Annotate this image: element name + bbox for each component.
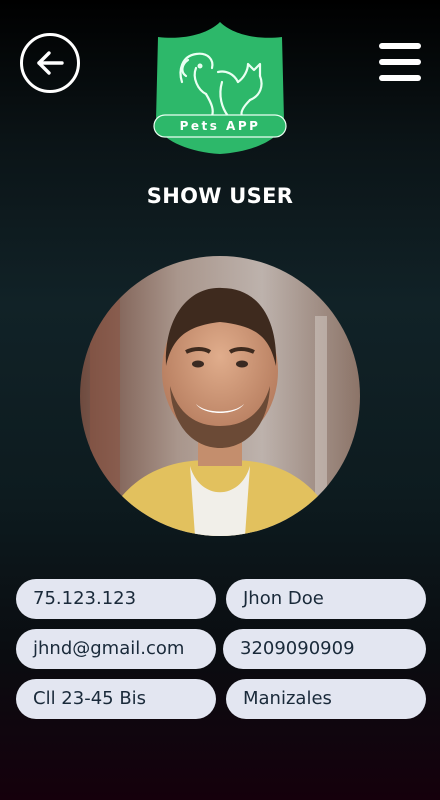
user-name-field[interactable]: Jhon Doe — [226, 579, 426, 619]
arrow-left-icon — [37, 51, 64, 75]
user-id-field[interactable]: 75.123.123 — [16, 579, 216, 619]
hamburger-menu-icon-bar-top — [379, 43, 421, 49]
logo-text: Pets APP — [179, 119, 261, 133]
hamburger-menu-icon-bar-middle — [379, 59, 421, 65]
user-phone-field[interactable]: 3209090909 — [223, 629, 426, 669]
menu-button[interactable] — [379, 43, 421, 81]
user-avatar — [80, 256, 360, 536]
back-button[interactable] — [20, 33, 80, 93]
user-address-field[interactable]: Cll 23-45 Bis — [16, 679, 216, 719]
user-city-field[interactable]: Manizales — [226, 679, 426, 719]
user-email-field[interactable]: jhnd@gmail.com — [16, 629, 216, 669]
page-title: SHOW USER — [146, 184, 294, 208]
hamburger-menu-icon-bar-bottom — [379, 75, 421, 81]
